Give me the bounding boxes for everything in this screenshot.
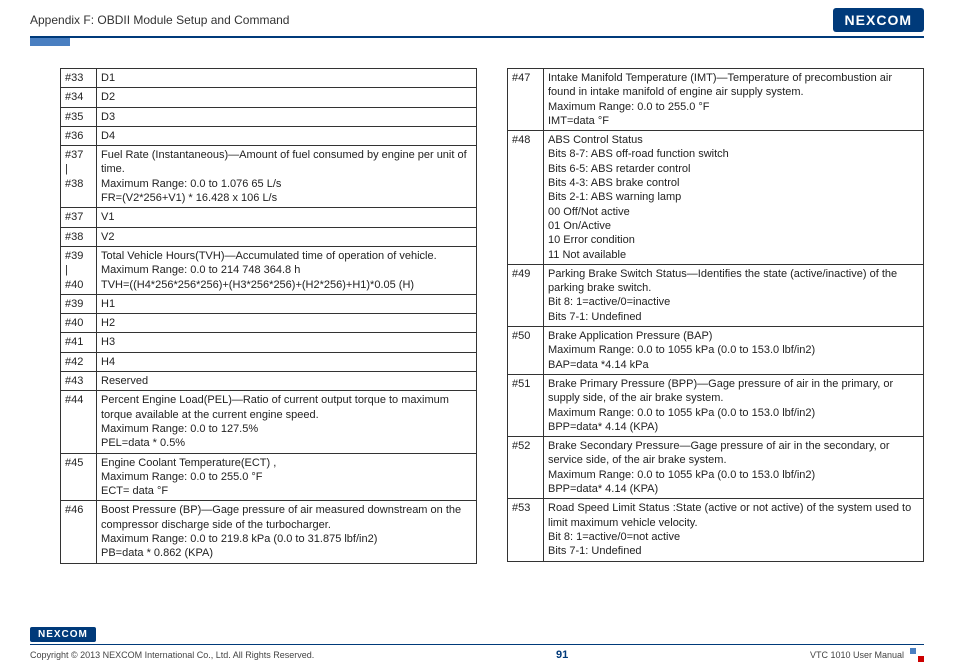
row-index: #36 xyxy=(61,126,97,145)
row-index: #49 xyxy=(508,264,544,326)
content-area: #33D1#34D2#35D3#36D4#37 | #38Fuel Rate (… xyxy=(0,38,954,564)
table-row: #41H3 xyxy=(61,333,477,352)
row-desc: ABS Control Status Bits 8-7: ABS off-roa… xyxy=(544,131,924,265)
table-row: #33D1 xyxy=(61,69,477,88)
left-column: #33D1#34D2#35D3#36D4#37 | #38Fuel Rate (… xyxy=(60,68,477,564)
table-row: #51Brake Primary Pressure (BPP)—Gage pre… xyxy=(508,374,924,436)
table-row: #36D4 xyxy=(61,126,477,145)
header-title: Appendix F: OBDII Module Setup and Comma… xyxy=(30,13,289,27)
table-row: #46Boost Pressure (BP)—Gage pressure of … xyxy=(61,501,477,563)
footer-logo: NEXCOM xyxy=(30,627,96,642)
row-desc: D1 xyxy=(97,69,477,88)
table-row: #38V2 xyxy=(61,227,477,246)
table-row: #44Percent Engine Load(PEL)—Ratio of cur… xyxy=(61,391,477,453)
row-desc: H4 xyxy=(97,352,477,371)
header-rule xyxy=(30,36,924,38)
row-desc: Road Speed Limit Status :State (active o… xyxy=(544,499,924,561)
row-index: #33 xyxy=(61,69,97,88)
row-index: #39 xyxy=(61,294,97,313)
row-index: #45 xyxy=(61,453,97,501)
row-index: #48 xyxy=(508,131,544,265)
logo-nexcom: NEXCOM xyxy=(833,8,924,32)
manual-name: VTC 1010 User Manual xyxy=(810,650,904,660)
table-row: #49Parking Brake Switch Status—Identifie… xyxy=(508,264,924,326)
row-desc: Brake Application Pressure (BAP) Maximum… xyxy=(544,327,924,375)
row-desc: Fuel Rate (Instantaneous)—Amount of fuel… xyxy=(97,146,477,208)
page-footer: NEXCOM Copyright © 2013 NEXCOM Internati… xyxy=(0,627,954,662)
table-row: #47Intake Manifold Temperature (IMT)—Tem… xyxy=(508,69,924,131)
row-index: #50 xyxy=(508,327,544,375)
row-index: #43 xyxy=(61,372,97,391)
page-number: 91 xyxy=(556,649,568,661)
row-desc: H1 xyxy=(97,294,477,313)
row-desc: Brake Primary Pressure (BPP)—Gage pressu… xyxy=(544,374,924,436)
row-index: #37 xyxy=(61,208,97,227)
table-row: #43Reserved xyxy=(61,372,477,391)
row-index: #40 xyxy=(61,314,97,333)
table-row: #52Brake Secondary Pressure—Gage pressur… xyxy=(508,437,924,499)
row-index: #47 xyxy=(508,69,544,131)
row-desc: V1 xyxy=(97,208,477,227)
row-desc: Reserved xyxy=(97,372,477,391)
row-desc: Parking Brake Switch Status—Identifies t… xyxy=(544,264,924,326)
row-desc: D2 xyxy=(97,88,477,107)
row-index: #35 xyxy=(61,107,97,126)
row-index: #42 xyxy=(61,352,97,371)
table-row: #50Brake Application Pressure (BAP) Maxi… xyxy=(508,327,924,375)
table-row: #37 | #38Fuel Rate (Instantaneous)—Amoun… xyxy=(61,146,477,208)
table-row: #34D2 xyxy=(61,88,477,107)
table-row: #40H2 xyxy=(61,314,477,333)
row-index: #34 xyxy=(61,88,97,107)
footer-decor-icon xyxy=(910,648,924,662)
row-desc: Intake Manifold Temperature (IMT)—Temper… xyxy=(544,69,924,131)
row-index: #46 xyxy=(61,501,97,563)
row-desc: Brake Secondary Pressure—Gage pressure o… xyxy=(544,437,924,499)
row-index: #44 xyxy=(61,391,97,453)
copyright-text: Copyright © 2013 NEXCOM International Co… xyxy=(30,650,314,660)
row-index: #38 xyxy=(61,227,97,246)
table-row: #35D3 xyxy=(61,107,477,126)
row-index: #41 xyxy=(61,333,97,352)
row-index: #52 xyxy=(508,437,544,499)
table-row: #45Engine Coolant Temperature(ECT) , Max… xyxy=(61,453,477,501)
row-index: #39 | #40 xyxy=(61,246,97,294)
row-desc: V2 xyxy=(97,227,477,246)
right-table: #47Intake Manifold Temperature (IMT)—Tem… xyxy=(507,68,924,562)
row-index: #53 xyxy=(508,499,544,561)
table-row: #39 | #40Total Vehicle Hours(TVH)—Accumu… xyxy=(61,246,477,294)
row-desc: H2 xyxy=(97,314,477,333)
row-index: #51 xyxy=(508,374,544,436)
row-desc: Total Vehicle Hours(TVH)—Accumulated tim… xyxy=(97,246,477,294)
table-row: #53Road Speed Limit Status :State (activ… xyxy=(508,499,924,561)
row-desc: Boost Pressure (BP)—Gage pressure of air… xyxy=(97,501,477,563)
row-desc: H3 xyxy=(97,333,477,352)
row-desc: Engine Coolant Temperature(ECT) , Maximu… xyxy=(97,453,477,501)
row-desc: Percent Engine Load(PEL)—Ratio of curren… xyxy=(97,391,477,453)
page-header: Appendix F: OBDII Module Setup and Comma… xyxy=(0,0,954,36)
table-row: #48ABS Control Status Bits 8-7: ABS off-… xyxy=(508,131,924,265)
row-desc: D4 xyxy=(97,126,477,145)
row-index: #37 | #38 xyxy=(61,146,97,208)
table-row: #39H1 xyxy=(61,294,477,313)
row-desc: D3 xyxy=(97,107,477,126)
table-row: #37V1 xyxy=(61,208,477,227)
left-table: #33D1#34D2#35D3#36D4#37 | #38Fuel Rate (… xyxy=(60,68,477,564)
table-row: #42H4 xyxy=(61,352,477,371)
right-column: #47Intake Manifold Temperature (IMT)—Tem… xyxy=(507,68,924,564)
